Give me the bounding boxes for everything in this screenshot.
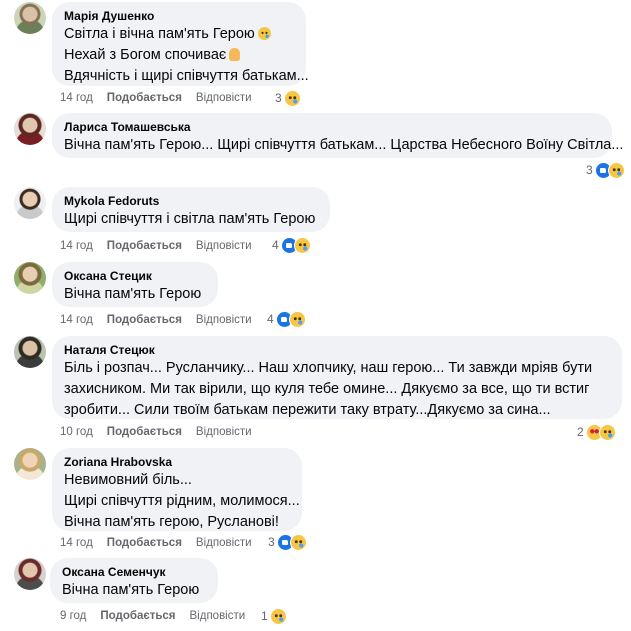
reply-button[interactable]: Відповісти [196,92,252,104]
comment-bubble: Mykola Fedoruts Щирі співчуття і світла … [52,187,330,232]
reaction-summary[interactable]: 4 [272,236,311,254]
like-button[interactable]: Подобається [107,314,182,326]
comment-actions: 14 год Подобається Відповісти [60,239,266,253]
comment-text: Світла і вічна пам'ять Герою [64,24,294,45]
reply-button[interactable]: Відповісти [196,314,252,326]
comment-actions: 14 год Подобається Відповісти [60,536,266,550]
like-button[interactable]: Подобається [100,610,175,622]
reaction-summary[interactable]: 2 [577,423,616,441]
comment-text: захисником. Ми так вірили, що куля тебе … [64,381,590,397]
reaction-summary[interactable]: 1 [261,607,287,625]
avatar[interactable] [14,448,46,480]
reaction-count: 2 [577,425,584,439]
comment-author[interactable]: Zoriana Hrabovska [64,455,290,470]
comment-time[interactable]: 14 год [60,314,93,326]
comment-text: Щирі співчуття рідним, молимося... [64,493,300,509]
reaction-summary[interactable]: 4 [267,310,306,328]
comment-author[interactable]: Оксана Стецик [64,269,206,284]
comment-time[interactable]: 14 год [60,92,93,104]
sad-reaction-icon [269,607,287,625]
reaction-count: 4 [267,312,274,326]
comment-text: Вдячність і щирі співчуття батькам... [64,68,309,84]
comment-author[interactable]: Оксана Семенчук [62,565,206,580]
sad-reaction-icon [288,310,306,328]
avatar[interactable] [14,2,46,34]
avatar[interactable] [14,558,46,590]
comment-text: Нехай з Богом спочиває [64,45,294,66]
like-button[interactable]: Подобається [107,426,182,438]
comment-actions: 14 год Подобається Відповісти [60,91,266,105]
avatar[interactable] [14,262,46,294]
sad-reaction-icon [598,423,616,441]
comment-bubble: Лариса Томашевська Вічна пам'ять Герою..… [52,113,624,158]
comment-time[interactable]: 9 год [60,610,86,622]
reaction-count: 3 [275,91,282,105]
comment-bubble: Оксана Семенчук Вічна пам'ять Герою [50,558,218,603]
crying-face-icon [257,27,271,40]
comment-text: Невимовний біль... [64,472,192,488]
comment-text: Біль і розпач... Русланчику... Наш хлопч… [64,360,593,376]
like-button[interactable]: Подобається [107,92,182,104]
reaction-summary[interactable]: 3 [275,89,301,107]
sad-reaction-icon [293,236,311,254]
reaction-count: 3 [586,163,593,177]
reaction-summary[interactable]: 3 [586,161,625,179]
comment-actions: 10 год Подобається Відповісти [60,425,266,439]
reaction-summary[interactable]: 3 [268,533,307,551]
comment-text: Вічна пам'ять Герою [62,582,200,598]
reaction-count: 1 [261,609,268,623]
comment-bubble: Оксана Стецик Вічна пам'ять Герою [52,262,218,307]
comment-text: Вічна пам'ять герою, Русланові! [64,514,279,530]
reaction-count: 4 [272,238,279,252]
comment-author[interactable]: Наталя Стецюк [64,343,610,358]
comment-time[interactable]: 14 год [60,537,93,549]
comment-text: зробити... Сили твоїм батькам пережити т… [64,402,551,418]
reply-button[interactable]: Відповісти [196,537,252,549]
comment-time[interactable]: 10 год [60,426,93,438]
comment-actions: 14 год Подобається Відповісти [60,313,266,327]
sad-reaction-icon [607,161,625,179]
folded-hands-icon [229,48,241,61]
sad-reaction-icon [283,89,301,107]
avatar[interactable] [14,336,46,368]
comment-time[interactable]: 14 год [60,240,93,252]
sad-reaction-icon [289,533,307,551]
comment-author[interactable]: Лариса Томашевська [64,120,600,135]
comment-bubble: Марія Душенко Світла і вічна пам'ять Гер… [52,2,309,86]
comment-author[interactable]: Марія Душенко [64,9,294,24]
reaction-count: 3 [268,535,275,549]
comment-bubble: Наталя Стецюк Біль і розпач... Русланчик… [52,336,622,419]
avatar[interactable] [14,113,46,145]
reply-button[interactable]: Відповісти [190,610,246,622]
like-button[interactable]: Подобається [107,240,182,252]
comment-text: Вічна пам'ять Герою [64,286,202,302]
reply-button[interactable]: Відповісти [196,426,252,438]
comment-bubble: Zoriana Hrabovska Невимовний біль... Щир… [52,448,302,531]
like-button[interactable]: Подобається [107,537,182,549]
comment-author[interactable]: Mykola Fedoruts [64,194,318,209]
reply-button[interactable]: Відповісти [196,240,252,252]
comment-actions: 9 год Подобається Відповісти [60,609,259,623]
avatar[interactable] [14,187,46,219]
comment-text: Щирі співчуття і світла пам'ять Герою [64,211,316,227]
comment-text: Вічна пам'ять Герою... Щирі співчуття ба… [64,137,624,153]
